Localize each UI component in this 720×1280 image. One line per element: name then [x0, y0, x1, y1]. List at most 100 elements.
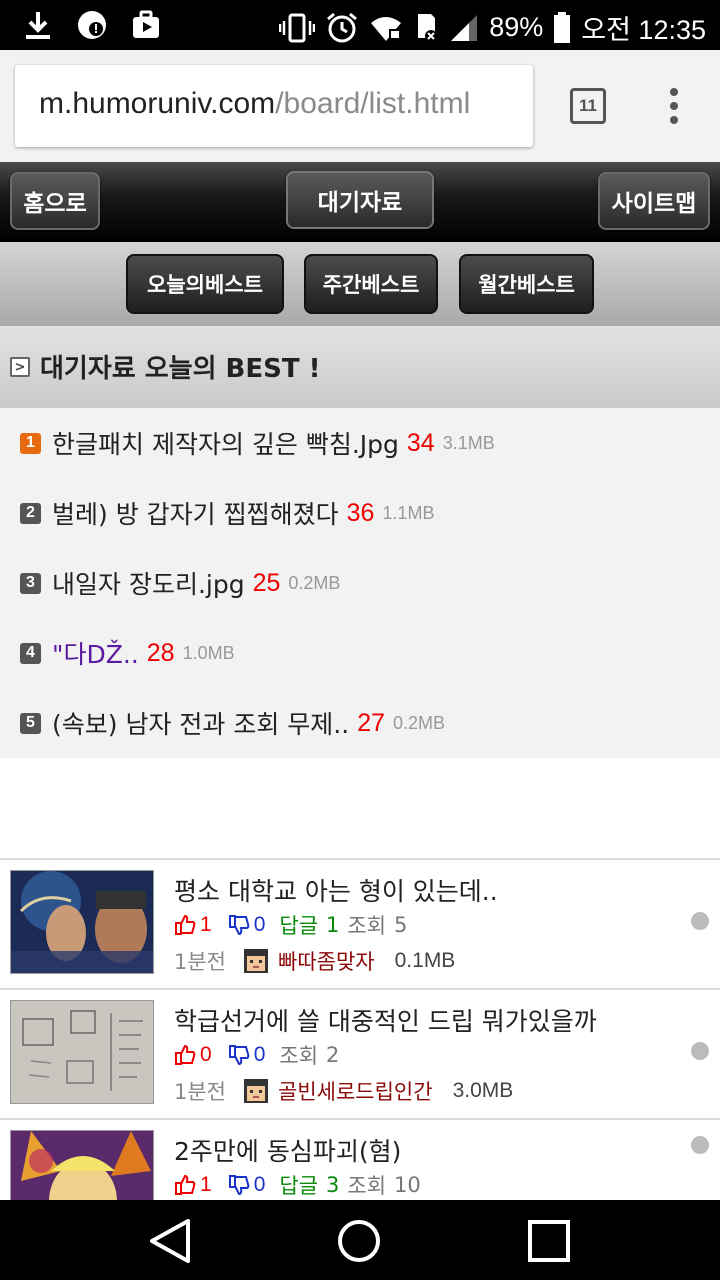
clock: 오전 12:35	[581, 15, 706, 45]
thumbs-up-icon	[175, 1174, 196, 1195]
rank-badge: 2	[20, 502, 41, 524]
thumbs-up-icon	[175, 914, 196, 935]
post-thumbnail	[10, 870, 154, 974]
unread-indicator	[691, 1042, 709, 1060]
reply-count: 3	[326, 1173, 340, 1197]
best-item[interactable]: 3 내일자 장도리.jpg 25 0.2MB	[20, 563, 340, 603]
upvote-count: 1	[200, 913, 212, 936]
battery-percent: 89%	[489, 12, 544, 42]
avatar	[244, 949, 269, 973]
rank-badge: 4	[20, 642, 41, 664]
avatar	[244, 1079, 269, 1103]
best-item[interactable]: 5 (속보) 남자 전과 조회 무제.. 27 0.2MB	[20, 703, 445, 743]
downvote-count: 0	[253, 1043, 266, 1066]
back-icon[interactable]	[148, 1218, 192, 1264]
downvote-count: 0	[253, 1173, 266, 1196]
best-item-size: 3.1MB	[442, 432, 495, 453]
post-size: 3.0MB	[452, 1079, 514, 1102]
best-section-title: 대기자료 오늘의 BEST !	[40, 354, 321, 384]
sitemap-button[interactable]: 사이트맵	[598, 172, 710, 230]
best-tabs: 오늘의베스트 주간베스트 월간베스트	[0, 242, 720, 326]
rank-badge: 5	[20, 712, 41, 734]
upvote-count: 1	[200, 1173, 212, 1196]
home-button[interactable]: 홈으로	[10, 172, 100, 230]
chevron-right-icon: >	[10, 357, 30, 377]
url-path: /board/list.html	[275, 87, 471, 120]
views-count: 5	[394, 913, 408, 937]
best-item-count: 34	[406, 428, 435, 457]
url-host: m.humoruniv.com	[39, 87, 276, 120]
post-thumbnail	[10, 1130, 154, 1200]
post-row[interactable]: 2주만에 동심파괴(혐) 1 0 답글 3 조회 10	[0, 1118, 720, 1200]
site-header: 홈으로 대기자료 사이트맵	[0, 162, 720, 242]
thumbs-down-icon	[228, 1045, 250, 1066]
tab-monthly-best[interactable]: 월간베스트	[459, 254, 594, 314]
thumbs-up-icon	[175, 1044, 196, 1065]
tab-today-best[interactable]: 오늘의베스트	[126, 254, 284, 314]
best-list: 1 한글패치 제작자의 깊은 빡침.Jpg 34 3.1MB 2 벌레) 방 갑…	[0, 408, 720, 758]
thumbs-down-icon	[228, 1175, 250, 1196]
best-item-title: 내일자 장도리.jpg	[52, 570, 245, 599]
best-item-title: 한글패치 제작자의 깊은 빡침.Jpg	[52, 430, 399, 459]
post-row[interactable]: 평소 대학교 아는 형이 있는데.. 1 0 답글 1 조회 5 1분전 빠따좀…	[0, 858, 720, 988]
board-title-button[interactable]: 대기자료	[286, 171, 434, 229]
briefcase-play-icon	[130, 9, 162, 41]
url-bar[interactable]: m.humoruniv.com/board/list.html	[15, 65, 533, 147]
best-item-title: "다DŽ..	[52, 640, 139, 669]
browser-toolbar: m.humoruniv.com/board/list.html 11	[0, 50, 720, 162]
views-label: 조회	[347, 914, 387, 938]
reply-label: 답글	[279, 914, 319, 938]
views-count: 2	[326, 1043, 340, 1067]
unread-indicator	[691, 1136, 709, 1154]
post-title: 평소 대학교 아는 형이 있는데..	[174, 877, 498, 906]
alarm-icon	[327, 12, 358, 42]
home-icon[interactable]	[336, 1218, 382, 1264]
best-item-size: 1.1MB	[382, 502, 435, 523]
best-item-size: 0.2MB	[288, 572, 341, 593]
views-label: 조회	[347, 1174, 387, 1198]
best-item-size: 1.0MB	[182, 642, 235, 663]
best-item-title: (속보) 남자 전과 조회 무제..	[52, 710, 350, 739]
download-icon	[22, 9, 54, 41]
rank-badge: 3	[20, 572, 41, 594]
overflow-menu-icon[interactable]	[660, 88, 688, 124]
post-thumbnail	[10, 1000, 154, 1104]
status-bar: 89% 오전 12:35	[0, 0, 720, 50]
best-item-count: 27	[357, 708, 386, 737]
best-item[interactable]: 2 벌레) 방 갑자기 찝찝해졌다 36 1.1MB	[20, 493, 434, 533]
post-title: 2주만에 동심파괴(혐)	[174, 1137, 402, 1166]
battery-icon	[554, 11, 571, 43]
tab-switcher-button[interactable]: 11	[570, 88, 606, 124]
best-section-header: > 대기자료 오늘의 BEST !	[0, 326, 720, 408]
best-item-size: 0.2MB	[393, 712, 446, 733]
sync-alert-icon	[76, 9, 108, 41]
system-nav-bar	[0, 1200, 720, 1280]
post-time: 1분전	[174, 1080, 227, 1104]
best-item-count: 25	[252, 568, 281, 597]
views-count: 10	[394, 1173, 421, 1197]
post-size: 0.1MB	[394, 949, 456, 972]
post-title: 학급선거에 쓸 대중적인 드립 뭐가있을까	[174, 1007, 597, 1036]
post-author[interactable]: 빠따좀맞자	[278, 946, 375, 976]
post-row[interactable]: 학급선거에 쓸 대중적인 드립 뭐가있을까 0 0 조회 2 1분전 골빈세로드…	[0, 988, 720, 1118]
views-label: 조회	[279, 1044, 319, 1068]
best-item-count: 36	[346, 498, 375, 527]
upvote-count: 0	[200, 1043, 212, 1066]
downvote-count: 0	[253, 913, 266, 936]
unread-indicator	[691, 912, 709, 930]
rank-badge: 1	[20, 432, 41, 454]
post-author[interactable]: 골빈세로드립인간	[278, 1076, 433, 1106]
best-item-count: 28	[146, 638, 175, 667]
reply-label: 답글	[279, 1174, 319, 1198]
best-item[interactable]: 1 한글패치 제작자의 깊은 빡침.Jpg 34 3.1MB	[20, 423, 495, 463]
wifi-icon	[371, 16, 402, 41]
vibrate-icon	[279, 13, 316, 42]
sd-card-icon	[418, 13, 438, 42]
recents-icon[interactable]	[527, 1219, 571, 1263]
signal-icon	[451, 14, 478, 41]
best-item-title: 벌레) 방 갑자기 찝찝해졌다	[52, 500, 339, 529]
tab-weekly-best[interactable]: 주간베스트	[304, 254, 438, 314]
best-item[interactable]: 4 "다DŽ.. 28 1.0MB	[20, 633, 235, 673]
post-time: 1분전	[174, 950, 227, 974]
reply-count: 1	[326, 913, 340, 937]
